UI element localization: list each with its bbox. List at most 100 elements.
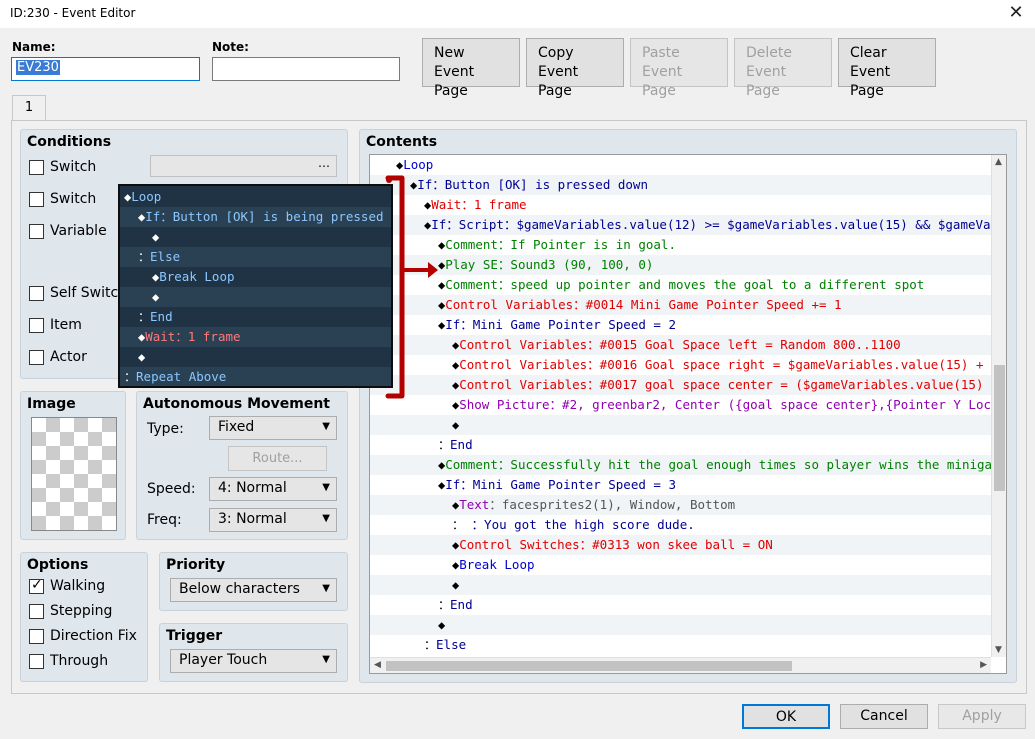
type-label: Type: [147, 421, 184, 437]
condition-checkbox[interactable] [29, 318, 44, 333]
button-line-2: Event Page [850, 64, 891, 99]
condition-checkbox[interactable] [29, 224, 44, 239]
command-marker: ： [424, 638, 437, 652]
speed-label: Speed: [147, 481, 196, 497]
command-text: If：Script：$gameVariables.value(12) >= $g… [431, 217, 992, 232]
command-text: End [450, 437, 473, 452]
command-row[interactable]: ◆ [370, 615, 992, 635]
freq-label: Freq: [147, 512, 182, 528]
condition-label: Actor [50, 349, 87, 365]
type-select[interactable]: Fixed ▼ [209, 416, 337, 440]
command-row[interactable]: ◆Text：facesprites2(1), Window, Bottom [370, 495, 992, 515]
command-row[interactable]: ◆If：Button [OK] is pressed down [370, 175, 992, 195]
priority-title: Priority [166, 557, 226, 573]
event-page-button-new[interactable]: New Event Page [422, 38, 520, 99]
image-preview[interactable] [31, 417, 117, 531]
option-checkbox[interactable] [29, 654, 44, 669]
command-row[interactable]: ◆Play SE：Sound3 (90, 100, 0) [370, 255, 992, 275]
command-row[interactable]: ◆Comment：If Pointer is in goal. [370, 235, 992, 255]
command-row[interactable]: ◆Control Variables：#0014 Mini Game Point… [370, 295, 992, 315]
option-label: Direction Fix [50, 628, 137, 644]
close-icon[interactable]: ✕ [1005, 2, 1027, 24]
command-row[interactable]: ◆ [370, 415, 992, 435]
condition-checkbox[interactable] [29, 286, 44, 301]
chevron-down-icon: ▼ [322, 482, 330, 493]
command-row[interactable]: ◆Comment：speed up pointer and moves the … [370, 275, 992, 295]
title-bar: ID:230 - Event Editor ✕ [0, 0, 1035, 28]
speed-select[interactable]: 4: Normal ▼ [209, 477, 337, 501]
command-row[interactable]: ：End [370, 435, 992, 455]
popup-marker: ： [138, 250, 151, 264]
condition-checkbox[interactable] [29, 160, 44, 175]
command-text: Break Loop [459, 557, 535, 572]
command-marker: ◆ [452, 418, 460, 432]
option-checkbox[interactable] [29, 577, 44, 594]
popup-row: ◆If：Button [OK] is being pressed [120, 207, 391, 227]
command-row[interactable]: ◆Loop [370, 155, 992, 175]
window-title: ID:230 - Event Editor [10, 6, 136, 20]
command-row[interactable]: ： ：You got the high score dude. [370, 515, 992, 535]
name-value: EV230 [16, 60, 60, 75]
scroll-down-icon[interactable]: ▼ [995, 645, 1002, 655]
event-page-button-delete[interactable]: Delete Event Page [734, 38, 832, 99]
event-page-button-copy[interactable]: Copy Event Page [526, 38, 624, 99]
scroll-left-icon[interactable]: ◀ [374, 660, 381, 670]
command-row[interactable]: ◆If：Mini Game Pointer Speed = 2 [370, 315, 992, 335]
command-text: Control Variables：#0016 Goal space right… [459, 357, 992, 372]
event-page-button-paste[interactable]: Paste Event Page [630, 38, 728, 99]
vertical-scrollbar[interactable]: ▲ ▼ [991, 155, 1006, 657]
ok-button[interactable]: OK [742, 704, 830, 729]
command-row[interactable]: ：Else [370, 635, 992, 655]
speed-value: 4: Normal [218, 480, 287, 496]
condition-label: Item [50, 317, 82, 333]
command-row[interactable]: ◆If：Script：$gameVariables.value(12) >= $… [370, 215, 992, 235]
condition-label: Switch [50, 159, 97, 175]
event-page-button-clear[interactable]: Clear Event Page [838, 38, 936, 99]
option-checkbox[interactable] [29, 604, 44, 619]
popup-text: Break Loop [159, 269, 235, 284]
scroll-up-icon[interactable]: ▲ [995, 157, 1002, 167]
command-row[interactable]: ◆Control Variables：#0017 goal space cent… [370, 375, 992, 395]
condition-checkbox[interactable] [29, 192, 44, 207]
command-row[interactable]: ◆Control Switches：#0313 won skee ball = … [370, 535, 992, 555]
cancel-button[interactable]: Cancel [840, 704, 928, 729]
horizontal-scroll-thumb[interactable] [386, 661, 792, 671]
freq-value: 3: Normal [218, 511, 287, 527]
switch-1-field[interactable]: … [150, 155, 337, 177]
command-row[interactable]: ：End [370, 595, 992, 615]
condition-label: Variable [50, 223, 107, 239]
command-row[interactable]: ◆Show Picture：#2, greenbar2, Center ({go… [370, 395, 992, 415]
option-checkbox[interactable] [29, 629, 44, 644]
command-text: If：Mini Game Pointer Speed = 2 [445, 317, 676, 332]
command-row[interactable]: ◆Control Variables：#0015 Goal Space left… [370, 335, 992, 355]
chevron-down-icon: ▼ [322, 583, 330, 594]
command-row[interactable]: ◆Wait：1 frame [370, 195, 992, 215]
priority-select[interactable]: Below characters ▼ [170, 578, 337, 602]
popup-row: ◆Break Loop [120, 267, 391, 287]
name-label: Name: [12, 40, 56, 54]
event-command-list[interactable]: ◆Loop ◆If：Button [OK] is pressed down ◆Wai… [369, 154, 1007, 674]
scroll-right-icon[interactable]: ▶ [980, 660, 987, 670]
name-field[interactable]: EV230 [11, 57, 200, 81]
button-line-1: Clear [850, 45, 887, 61]
command-row[interactable]: ◆Control Variables：#0016 Goal space righ… [370, 355, 992, 375]
command-row[interactable]: ◆Break Loop [370, 555, 992, 575]
vertical-scroll-thumb[interactable] [994, 365, 1005, 491]
command-marker: ◆ [452, 578, 460, 592]
note-field[interactable] [212, 57, 400, 81]
tab-page-1[interactable]: 1 [12, 95, 46, 121]
trigger-value: Player Touch [179, 652, 268, 668]
horizontal-scrollbar[interactable]: ◀ ▶ [370, 657, 991, 673]
freq-select[interactable]: 3: Normal ▼ [209, 508, 337, 532]
apply-button[interactable]: Apply [938, 704, 1026, 729]
popup-text: If：Button [OK] is being pressed [145, 209, 384, 224]
priority-value: Below characters [179, 581, 300, 597]
condition-checkbox[interactable] [29, 350, 44, 365]
trigger-select[interactable]: Player Touch ▼ [170, 649, 337, 673]
command-row[interactable]: ◆If：Mini Game Pointer Speed = 3 [370, 475, 992, 495]
command-row[interactable]: ◆Comment：Successfully hit the goal enoug… [370, 455, 992, 475]
route-button[interactable]: Route... [228, 446, 327, 471]
popup-marker: ： [138, 310, 151, 324]
command-row[interactable]: ◆ [370, 575, 992, 595]
command-text: End [450, 597, 473, 612]
